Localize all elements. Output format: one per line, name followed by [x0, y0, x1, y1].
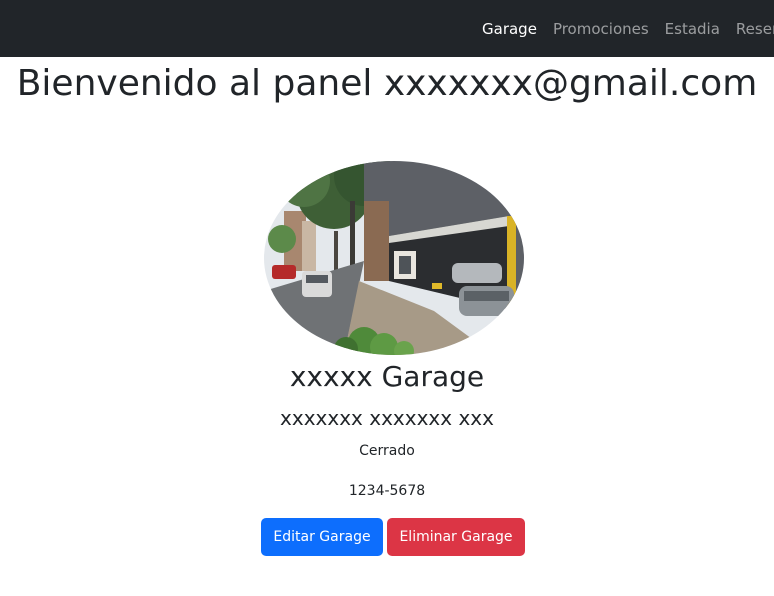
- page-title: Bienvenido al panel xxxxxxx@gmail.com: [16, 63, 758, 104]
- nav-link-promociones[interactable]: Promociones: [545, 20, 657, 38]
- garage-address: xxxxxxx xxxxxxx xxx: [280, 406, 494, 430]
- garage-name: xxxxx Garage: [289, 360, 485, 393]
- garage-status: Cerrado: [359, 443, 415, 459]
- nav-menu: Garage Promociones Estadia Reservas: [474, 0, 774, 57]
- garage-photo: [264, 161, 524, 355]
- nav-link-garage[interactable]: Garage: [474, 20, 545, 38]
- top-navbar: Garage Promociones Estadia Reservas: [0, 0, 774, 57]
- garage-photo-illustration: [264, 161, 524, 355]
- nav-link-estadia[interactable]: Estadia: [657, 20, 728, 38]
- nav-link-reservas[interactable]: Reservas: [728, 20, 774, 38]
- garage-phone: 1234-5678: [348, 483, 426, 499]
- delete-garage-button[interactable]: Eliminar Garage: [387, 518, 525, 556]
- edit-garage-button[interactable]: Editar Garage: [261, 518, 383, 556]
